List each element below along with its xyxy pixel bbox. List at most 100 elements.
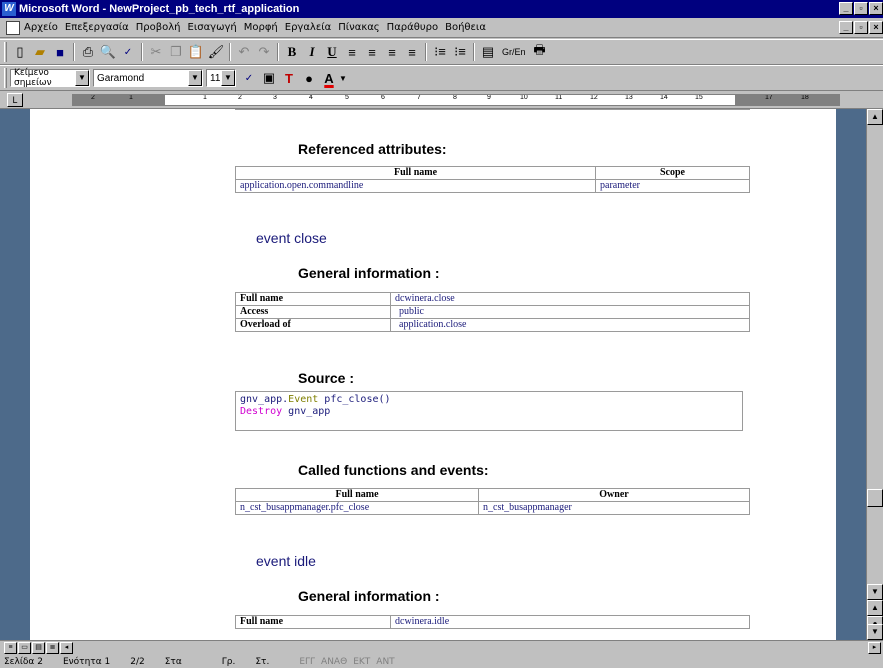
word-app-icon[interactable]: W <box>2 2 16 16</box>
font-value: Garamond <box>97 72 145 84</box>
source-line: gnv_app.Event pfc_close() <box>240 394 391 405</box>
menu-edit[interactable]: Επεξεργασία <box>65 22 129 33</box>
next-page-icon[interactable]: ▼ <box>867 624 883 640</box>
menu-insert[interactable]: Εισαγωγή <box>188 22 237 33</box>
doc-minimize-button[interactable]: _ <box>839 21 853 34</box>
event-close-heading: event close <box>256 230 327 246</box>
scroll-thumb[interactable] <box>867 489 883 507</box>
tab-selector[interactable]: L <box>7 93 23 107</box>
print-icon[interactable]: ⎙ <box>78 42 98 62</box>
web-icon[interactable]: ● <box>299 68 319 88</box>
menu-help[interactable]: Βοήθεια <box>445 22 486 33</box>
ruler-row: L 2 1 1 2 3 4 5 6 7 8 9 10 11 12 13 14 1… <box>0 91 883 109</box>
web-layout-icon[interactable]: ▭ <box>18 642 31 654</box>
status-line: Γρ. <box>221 657 236 667</box>
chevron-down-icon[interactable]: ▼ <box>75 70 89 86</box>
menu-view[interactable]: Προβολή <box>136 22 181 33</box>
close-button[interactable]: × <box>869 2 883 15</box>
doc-restore-button[interactable]: ▫ <box>854 21 868 34</box>
maximize-button[interactable]: ▫ <box>854 2 868 15</box>
new-icon[interactable]: ▯ <box>10 42 30 62</box>
status-page: Σελίδα 2 <box>4 657 43 667</box>
justify-icon[interactable]: ≡ <box>402 42 422 62</box>
source-heading: Source : <box>298 370 355 386</box>
print-preview-icon[interactable]: 🔍 <box>98 42 118 62</box>
scroll-down-icon[interactable]: ▼ <box>867 584 883 600</box>
minimize-button[interactable]: _ <box>839 2 853 15</box>
document-area[interactable]: n_cst_busappmanager Referenced attribute… <box>0 109 866 640</box>
menu-window[interactable]: Παράθυρο <box>387 22 438 33</box>
chevron-down-icon[interactable]: ▼ <box>339 68 347 88</box>
font-color-icon[interactable]: A <box>319 68 339 88</box>
font-size-value: 11 <box>210 72 221 84</box>
paste-icon[interactable]: 📋 <box>186 42 206 62</box>
status-rec[interactable]: ΕΓΓ <box>299 657 315 667</box>
redo-icon[interactable]: ↷ <box>254 42 274 62</box>
printer-icon[interactable]: 🖶 <box>530 42 550 62</box>
underline-icon[interactable]: U <box>322 42 342 62</box>
chevron-down-icon[interactable]: ▼ <box>188 70 202 86</box>
font-size-combo[interactable]: 11 ▼ <box>206 69 236 87</box>
top-table: n_cst_busappmanager <box>235 109 750 110</box>
bullets-icon[interactable]: ⁝≡ <box>450 42 470 62</box>
vertical-scrollbar[interactable]: ▲ ▼ ▲ ● ▼ <box>866 109 883 640</box>
open-icon[interactable]: ▰ <box>30 42 50 62</box>
outline-view-icon[interactable]: ≣ <box>46 642 59 654</box>
style-combo[interactable]: Κείμενο σημείων ▼ <box>10 68 90 88</box>
undo-icon[interactable]: ↶ <box>234 42 254 62</box>
scroll-right-icon[interactable]: ▸ <box>868 642 881 654</box>
previous-page-icon[interactable]: ▲ <box>867 600 883 616</box>
scroll-up-icon[interactable]: ▲ <box>867 109 883 125</box>
title-bar: W Microsoft Word - NewProject_pb_tech_rt… <box>0 0 883 18</box>
general-information-heading: General information : <box>298 265 440 281</box>
italic-icon[interactable]: I <box>302 42 322 62</box>
status-pages: 2/2 <box>130 657 145 667</box>
doc-close-button[interactable]: × <box>869 21 883 34</box>
save-icon[interactable]: ■ <box>50 42 70 62</box>
menu-table[interactable]: Πίνακας <box>338 22 379 33</box>
numbering-icon[interactable]: ⁝≡ <box>430 42 450 62</box>
menu-format[interactable]: Μορφή <box>244 22 278 33</box>
status-col: Στ. <box>255 657 270 667</box>
spelling-icon[interactable]: ✓ <box>118 42 138 62</box>
document-page[interactable]: n_cst_busappmanager Referenced attribute… <box>30 109 836 640</box>
general-information-table: Full name dcwinera.close Access public Ove… <box>235 292 750 332</box>
standard-toolbar: ▯ ▰ ■ ⎙ 🔍 ✓ ✂ ❐ 📋 🖌 ↶ ↷ B I U ≡ ≡ ≡ ≡ ⁝≡… <box>0 39 883 65</box>
general-information-heading-2: General information : <box>298 588 440 604</box>
referenced-attributes-heading: Referenced attributes: <box>298 141 447 157</box>
status-at: Στα <box>164 657 182 667</box>
status-trk[interactable]: ΑΝΑΘ <box>321 657 347 667</box>
normal-view-icon[interactable]: ≡ <box>4 642 17 654</box>
referenced-attributes-table: Full name Scope application.open.command… <box>235 166 750 193</box>
text-box-icon[interactable]: T <box>279 68 299 88</box>
chevron-down-icon[interactable]: ▼ <box>221 70 235 86</box>
menu-tools[interactable]: Εργαλεία <box>285 22 331 33</box>
toolbar-grip[interactable] <box>4 42 7 62</box>
language-icon[interactable]: ▤ <box>478 42 498 62</box>
font-combo[interactable]: Garamond ▼ <box>93 69 203 87</box>
document-map-icon[interactable]: ▣ <box>259 68 279 88</box>
menu-file[interactable]: Αρχείο <box>24 22 58 33</box>
formatting-toolbar: Κείμενο σημείων ▼ Garamond ▼ 11 ▼ ✓ ▣ T … <box>0 65 883 91</box>
align-center-icon[interactable]: ≡ <box>362 42 382 62</box>
align-right-icon[interactable]: ≡ <box>382 42 402 62</box>
spelling-icon[interactable]: ✓ <box>239 68 259 88</box>
cut-icon[interactable]: ✂ <box>146 42 166 62</box>
language-label[interactable]: Gr/En <box>502 47 526 57</box>
horizontal-scrollbar[interactable]: ≡ ▭ ▤ ≣ ◂ ▸ <box>0 640 883 656</box>
scroll-left-icon[interactable]: ◂ <box>60 642 73 654</box>
status-ovr[interactable]: ΑΝΤ <box>376 657 394 667</box>
source-code-box: gnv_app.Event pfc_close() Destroy gnv_ap… <box>235 391 743 431</box>
status-ext[interactable]: ΕΚΤ <box>353 657 370 667</box>
document-icon[interactable] <box>6 20 20 35</box>
horizontal-ruler[interactable]: 2 1 1 2 3 4 5 6 7 8 9 10 11 12 13 14 15 … <box>72 94 840 106</box>
bold-icon[interactable]: B <box>282 42 302 62</box>
copy-icon[interactable]: ❐ <box>166 42 186 62</box>
format-painter-icon[interactable]: 🖌 <box>206 42 226 62</box>
toolbar-grip[interactable] <box>4 68 7 88</box>
called-functions-heading: Called functions and events: <box>298 462 489 478</box>
align-left-icon[interactable]: ≡ <box>342 42 362 62</box>
window-title: Microsoft Word - NewProject_pb_tech_rtf_… <box>19 3 300 15</box>
print-layout-icon[interactable]: ▤ <box>32 642 45 654</box>
general-information-table-2: Full name dcwinera.idle <box>235 615 750 629</box>
